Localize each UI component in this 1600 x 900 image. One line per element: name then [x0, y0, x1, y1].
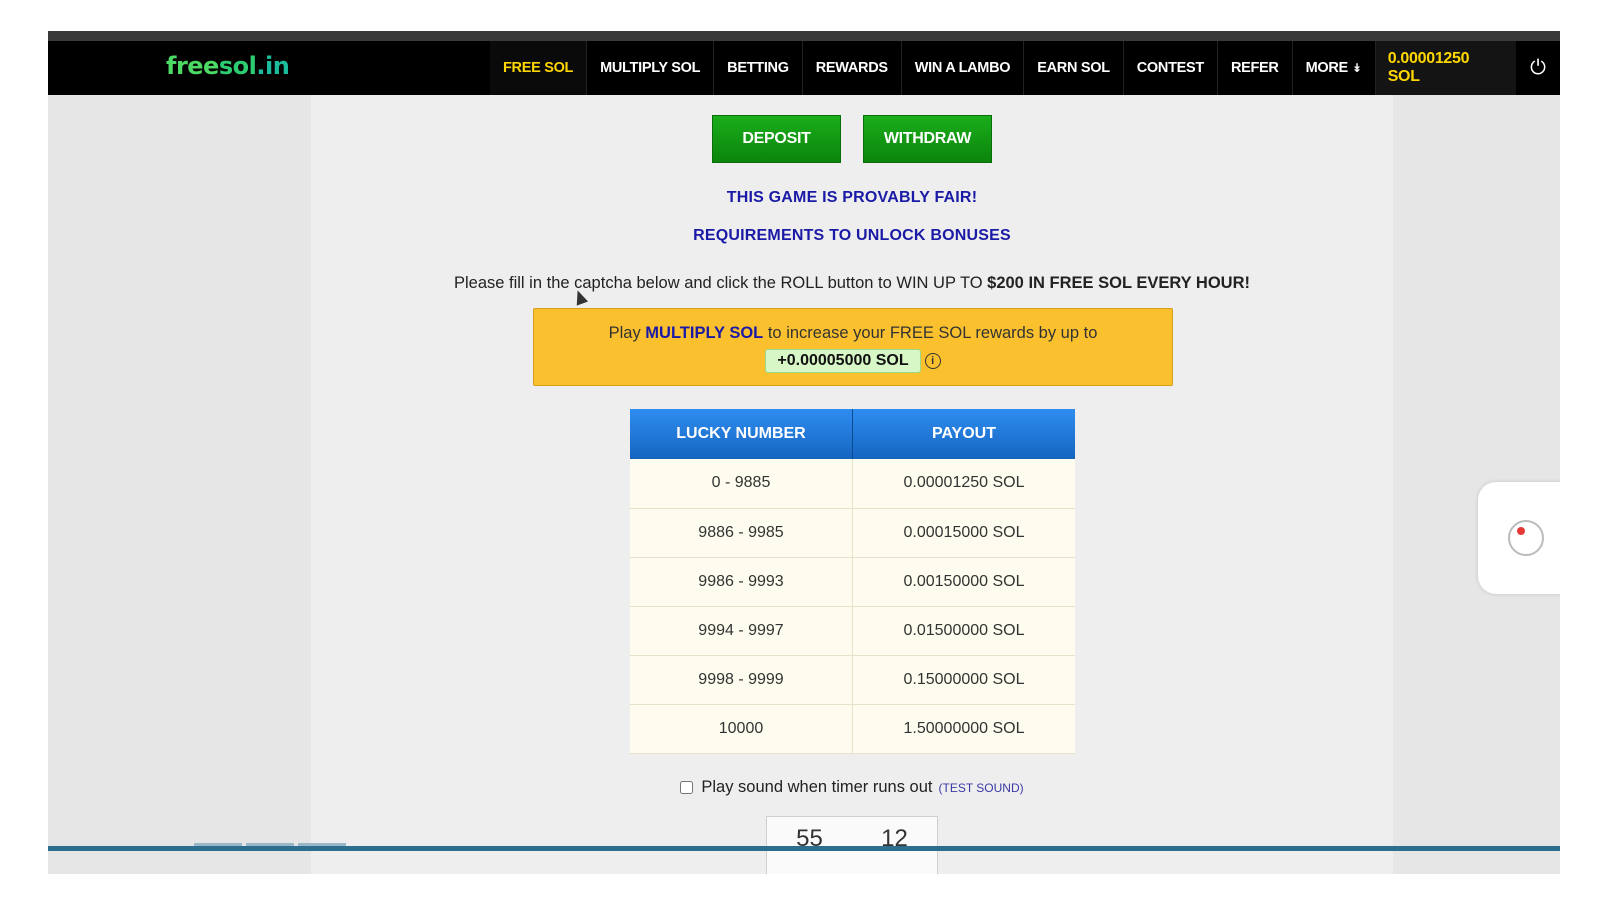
- payout-cell: 0.00015000 SOL: [852, 508, 1075, 558]
- table-row: 9998 - 9999 0.15000000 SOL: [630, 655, 1075, 705]
- payout-cell: 1.50000000 SOL: [852, 704, 1075, 754]
- bottom-tab: [194, 843, 242, 846]
- bottom-bar: [48, 846, 1560, 851]
- withdraw-button[interactable]: WITHDRAW: [863, 115, 992, 163]
- multiply-promo-banner: Play MULTIPLY SOL to increase your FREE …: [533, 308, 1173, 386]
- widget-ring-icon: [1508, 520, 1544, 556]
- lucky-number-cell: 9998 - 9999: [630, 655, 853, 705]
- play-sound-label: Play sound when timer runs out: [701, 778, 933, 796]
- instruction-highlight: $200 IN FREE SOL EVERY HOUR!: [987, 274, 1251, 292]
- logo-part-tld: .in: [256, 52, 290, 80]
- payout-cell: 0.00001250 SOL: [852, 459, 1075, 509]
- table-header-row: LUCKY NUMBER PAYOUT: [630, 409, 1075, 459]
- play-sound-checkbox[interactable]: [680, 781, 694, 794]
- nav-item-more-label: MORE: [1305, 60, 1349, 76]
- table-row: 0 - 9885 0.00001250 SOL: [630, 459, 1075, 509]
- logo-part-sol: sol: [218, 52, 257, 80]
- nav-item-more[interactable]: MORE ↡: [1293, 41, 1376, 95]
- provably-fair-link[interactable]: THIS GAME IS PROVABLY FAIR!: [311, 189, 1393, 207]
- bonus-amount-badge: +0.00005000 SOL: [765, 349, 921, 373]
- promo-prefix: Play: [608, 324, 646, 342]
- lucky-number-cell: 0 - 9885: [630, 459, 853, 509]
- main-content: DEPOSIT WITHDRAW THIS GAME IS PROVABLY F…: [311, 95, 1393, 874]
- lucky-number-cell: 9886 - 9985: [630, 508, 853, 558]
- chevron-double-down-icon: ↡: [1351, 61, 1362, 75]
- nav-item-multiply-sol[interactable]: MULTIPLY SOL: [587, 41, 715, 95]
- countdown-timer: 55 12: [766, 816, 938, 874]
- balance-display: 0.00001250 SOL: [1375, 41, 1517, 95]
- floating-side-widget[interactable]: [1478, 482, 1560, 594]
- info-icon[interactable]: i: [924, 353, 941, 369]
- deposit-button[interactable]: DEPOSIT: [712, 115, 841, 163]
- nav-item-free-sol[interactable]: FREE SOL: [490, 41, 588, 95]
- nav-item-betting[interactable]: BETTING: [714, 41, 803, 95]
- bottom-tab-indicators: [194, 843, 346, 846]
- nav-item-rewards[interactable]: REWARDS: [803, 41, 902, 95]
- browser-tab-strip: [48, 31, 1560, 41]
- browser-viewport: freesol.in FREE SOL MULTIPLY SOL BETTING…: [48, 31, 1560, 874]
- deposit-withdraw-row: DEPOSIT WITHDRAW: [311, 115, 1393, 163]
- power-icon[interactable]: ⏻: [1516, 41, 1560, 95]
- bottom-tab: [246, 843, 294, 846]
- payout-cell: 0.15000000 SOL: [852, 655, 1075, 705]
- notification-dot: [1517, 527, 1525, 535]
- table-row: 9994 - 9997 0.01500000 SOL: [630, 606, 1075, 656]
- payout-cell: 0.01500000 SOL: [852, 606, 1075, 656]
- nav-item-earn-sol[interactable]: EARN SOL: [1024, 41, 1124, 95]
- requirements-link[interactable]: REQUIREMENTS TO UNLOCK BONUSES: [311, 227, 1393, 245]
- nav-item-refer[interactable]: REFER: [1218, 41, 1293, 95]
- payout-cell: 0.00150000 SOL: [852, 557, 1075, 607]
- multiply-sol-link[interactable]: MULTIPLY SOL: [645, 324, 763, 342]
- site-logo[interactable]: freesol.in: [166, 52, 290, 80]
- table-row: 9886 - 9985 0.00015000 SOL: [630, 508, 1075, 558]
- lucky-number-cell: 9994 - 9997: [630, 606, 853, 656]
- nav-menu: FREE SOL MULTIPLY SOL BETTING REWARDS WI…: [490, 41, 1560, 95]
- nav-item-win-a-lambo[interactable]: WIN A LAMBO: [902, 41, 1025, 95]
- payout-table: LUCKY NUMBER PAYOUT 0 - 9885 0.00001250 …: [630, 409, 1075, 754]
- nav-item-contest[interactable]: CONTEST: [1124, 41, 1218, 95]
- lucky-number-cell: 9986 - 9993: [630, 557, 853, 607]
- table-row: 10000 1.50000000 SOL: [630, 704, 1075, 754]
- test-sound-label: TEST SOUND: [942, 780, 1020, 795]
- test-sound-link[interactable]: (TEST SOUND): [939, 781, 1024, 795]
- column-header-payout: PAYOUT: [852, 409, 1075, 459]
- column-header-lucky-number: LUCKY NUMBER: [630, 409, 853, 459]
- logo-part-free: free: [166, 52, 219, 80]
- lucky-number-cell: 10000: [630, 704, 853, 754]
- sound-option-row: Play sound when timer runs out (TEST SOU…: [311, 778, 1393, 797]
- top-navbar: freesol.in FREE SOL MULTIPLY SOL BETTING…: [48, 41, 1560, 95]
- roll-instruction: Please fill in the captcha below and cli…: [311, 274, 1393, 293]
- instruction-text: Please fill in the captcha below and cli…: [453, 274, 988, 292]
- promo-suffix: to increase your FREE SOL rewards by up …: [763, 324, 1098, 342]
- bottom-tab: [298, 843, 346, 846]
- table-row: 9986 - 9993 0.00150000 SOL: [630, 557, 1075, 607]
